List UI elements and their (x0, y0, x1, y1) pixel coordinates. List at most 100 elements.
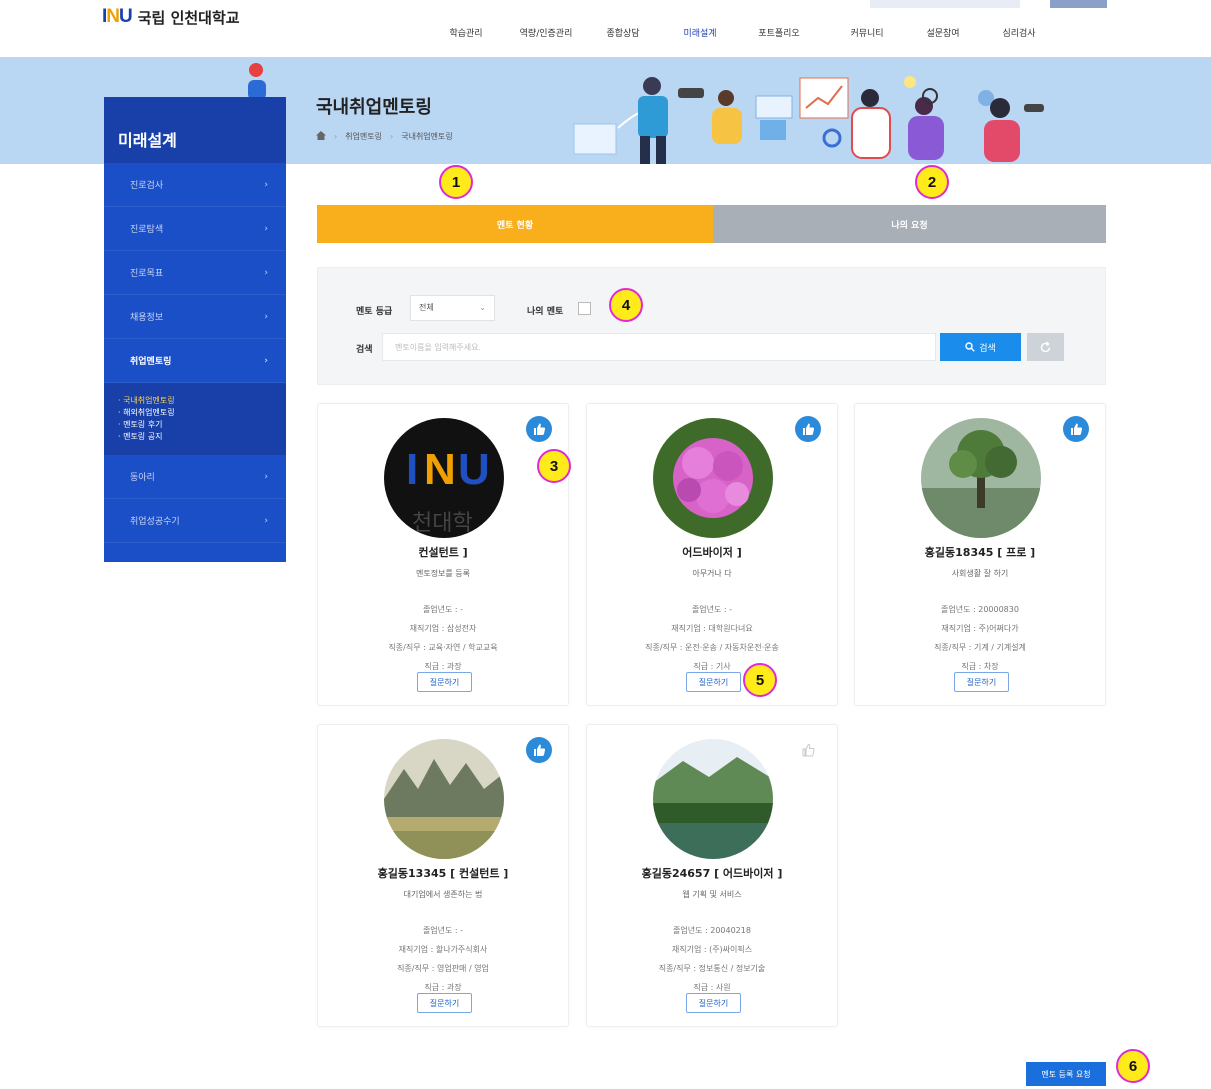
ask-question-button[interactable]: 질문하기 (686, 993, 741, 1013)
mentor-photo: I N U 천대학 (384, 418, 504, 538)
page: INU 국립 인천대학교 학습관리 역량/인증관리 종합상담 미래설계 포트폴리… (0, 0, 1211, 1089)
submenu-item-review[interactable]: · 멘토링 후기 (118, 419, 286, 431)
mascot-avatar-icon (248, 63, 266, 100)
banner-illustration (573, 76, 1044, 164)
mentor-company: 재직기업 : 주)어쩌다가 (941, 624, 1019, 633)
nav-item-counsel[interactable]: 종합상담 (600, 26, 646, 39)
sidebar: 미래설계 진로검사 › 진로탐색 › 진로목표 › 채용정보 › 취업멘토링 › · 국내… (104, 97, 286, 562)
my-mentor-checkbox[interactable] (578, 302, 591, 315)
home-icon[interactable] (316, 131, 326, 142)
breadcrumb-item[interactable]: 취업멘토링 (345, 131, 382, 142)
mentor-name: 어드바이저 ] (682, 546, 742, 559)
svg-text:N: N (424, 445, 456, 494)
submenu-item-domestic[interactable]: · 국내취업멘토링 (118, 395, 286, 407)
chevron-right-icon: › (264, 471, 268, 482)
submenu-item-overseas[interactable]: · 해외취업멘토링 (118, 407, 286, 419)
mentor-register-request-button[interactable]: 멘토 등록 요청 (1026, 1062, 1106, 1086)
breadcrumb-separator: › (334, 132, 338, 141)
top-utility-button[interactable] (1050, 0, 1107, 8)
sidebar-submenu: · 국내취업멘토링 · 해외취업멘토링 · 멘토링 후기 · 멘토링 공지 (104, 383, 286, 455)
nav-item-community[interactable]: 커뮤니티 (844, 26, 890, 39)
logo-text: 국립 인천대학교 (137, 8, 240, 27)
sidebar-item-job-mentoring[interactable]: 취업멘토링 › (104, 339, 286, 383)
mentor-grad-year: 졸업년도 : 20040218 (673, 926, 751, 935)
ask-question-button[interactable]: 질문하기 (686, 672, 741, 692)
nav-item-survey[interactable]: 설문참여 (920, 26, 966, 39)
ask-question-button[interactable]: 질문하기 (417, 993, 472, 1013)
sidebar-item-job-info[interactable]: 채용정보 › (104, 295, 286, 339)
mentor-details: 졸업년도 : - 재직기업 : 삼성전자 직종/직무 : 교육·자연 / 학교교… (318, 600, 568, 676)
callout-marker: 4 (609, 288, 643, 322)
mentor-details: 졸업년도 : - 재직기업 : 대학원다녀요 직종/직무 : 운전·운송 / 자… (587, 600, 837, 676)
site-logo[interactable]: INU 국립 인천대학교 (102, 6, 240, 28)
top-utility-bar (870, 0, 1020, 8)
mentor-details: 졸업년도 : 20000830 재직기업 : 주)어쩌다가 직종/직무 : 기계… (855, 600, 1105, 676)
breadcrumb: › 취업멘토링 › 국내취업멘토링 (316, 131, 453, 142)
chevron-right-icon: › (264, 515, 268, 526)
nav-item-portfolio[interactable]: 포트폴리오 (754, 26, 804, 39)
reset-button[interactable] (1027, 333, 1064, 361)
mentor-job: 직종/직무 : 교육·자연 / 학교교육 (388, 643, 498, 652)
refresh-icon (1040, 340, 1051, 352)
main-nav: 학습관리 역량/인증관리 종합상담 미래설계 포트폴리오 커뮤니티 설문참여 심… (440, 26, 1042, 39)
mentor-grad-year: 졸업년도 : 20000830 (941, 605, 1019, 614)
like-icon[interactable] (795, 416, 821, 442)
breadcrumb-item[interactable]: 국내취업멘토링 (401, 131, 453, 142)
chevron-right-icon: › (264, 223, 268, 234)
svg-text:I: I (406, 445, 418, 494)
sidebar-item-career-goal[interactable]: 진로목표 › (104, 251, 286, 295)
mentor-grad-year: 졸업년도 : - (422, 926, 464, 935)
mentor-name: 홍길동24657 [ 어드바이저 ] (641, 867, 783, 880)
submenu-item-notice[interactable]: · 멘토링 공지 (118, 431, 286, 443)
mentor-photo (921, 418, 1041, 538)
nav-item-psych-test[interactable]: 심리검사 (996, 26, 1042, 39)
mentor-intro: 웹 기획 및 서비스 (682, 890, 742, 899)
chevron-right-icon: › (264, 267, 268, 278)
mentor-job: 직종/직무 : 영업판매 / 영업 (397, 964, 489, 973)
svg-text:천대학: 천대학 (412, 511, 473, 536)
breadcrumb-separator: › (390, 132, 394, 141)
like-icon[interactable] (795, 737, 821, 763)
search-button[interactable]: 검색 (940, 333, 1021, 361)
ask-question-button[interactable]: 질문하기 (954, 672, 1009, 692)
mentor-company: 재직기업 : 삼성전자 (409, 624, 477, 633)
mentor-details: 졸업년도 : 20040218 재직기업 : (주)싸이픽스 직종/직무 : 정… (587, 921, 837, 997)
callout-marker: 6 (1116, 1049, 1150, 1083)
svg-text:U: U (458, 445, 490, 494)
like-icon[interactable] (526, 737, 552, 763)
mentor-company: 재직기업 : (주)싸이픽스 (671, 945, 753, 954)
callout-marker: 1 (439, 165, 473, 199)
like-icon[interactable] (1063, 416, 1089, 442)
mentor-intro: 멘토정보를 등록 (415, 569, 471, 578)
chevron-down-icon: ⌄ (479, 303, 486, 312)
mentor-job: 직종/직무 : 기계 / 기계설계 (934, 643, 1026, 652)
mentor-job: 직종/직무 : 운전·운송 / 자동차운전·운송 (645, 643, 779, 652)
inu-logo-mark: INU (102, 6, 133, 27)
page-title: 국내취업멘토링 (316, 97, 432, 118)
like-icon[interactable] (526, 416, 552, 442)
mentor-intro: 사회생활 잘 하기 (951, 569, 1009, 578)
chevron-right-icon: › (264, 355, 268, 366)
tab-my-requests[interactable]: 나의 요청 (713, 205, 1106, 243)
sidebar-item-career-test[interactable]: 진로검사 › (104, 163, 286, 207)
chevron-right-icon: › (264, 311, 268, 322)
tab-mentor-status[interactable]: 멘토 현황 (317, 205, 713, 243)
sidebar-title: 미래설계 (104, 97, 286, 163)
sidebar-item-club[interactable]: 동아리 › (104, 455, 286, 499)
mentor-card: 홍길동13345 [ 컨설턴트 ] 대기업에서 생존하는 법 졸업년도 : - … (317, 724, 569, 1027)
sidebar-item-success-story[interactable]: 취업성공수기 › (104, 499, 286, 543)
search-input[interactable]: 멘토이름을 입력해주세요. (382, 333, 936, 361)
sidebar-item-career-explore[interactable]: 진로탐색 › (104, 207, 286, 251)
ask-question-button[interactable]: 질문하기 (417, 672, 472, 692)
mentor-company: 재직기업 : 할나가주식회사 (398, 945, 488, 954)
search-icon (965, 342, 976, 352)
grade-select[interactable]: 전체 ⌄ (410, 295, 495, 321)
nav-item-competency[interactable]: 역량/인증관리 (502, 26, 590, 39)
mentor-name: 홍길동13345 [ 컨설턴트 ] (377, 867, 509, 880)
nav-item-learning[interactable]: 학습관리 (440, 26, 492, 39)
callout-marker: 5 (743, 663, 777, 697)
mentor-company: 재직기업 : 대학원다녀요 (671, 624, 753, 633)
nav-item-future[interactable]: 미래설계 (676, 26, 724, 39)
mentor-photo (653, 418, 773, 538)
mentor-intro: 대기업에서 생존하는 법 (403, 890, 483, 899)
